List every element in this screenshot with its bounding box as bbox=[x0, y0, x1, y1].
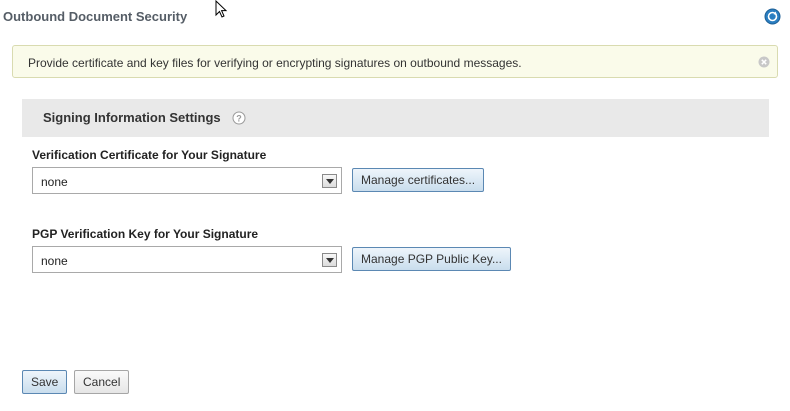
svg-text:?: ? bbox=[236, 114, 242, 124]
page-title: Outbound Document Security bbox=[3, 9, 188, 24]
info-banner-text: Provide certificate and key files for ve… bbox=[28, 56, 522, 70]
section-title: Signing Information Settings bbox=[43, 110, 221, 125]
certificate-select[interactable]: none bbox=[32, 167, 342, 194]
chevron-down-icon[interactable] bbox=[322, 174, 337, 188]
manage-certificates-button[interactable]: Manage certificates... bbox=[352, 168, 485, 192]
section-header: Signing Information Settings ? bbox=[22, 99, 769, 137]
manage-pgp-public-key-button[interactable]: Manage PGP Public Key... bbox=[352, 247, 511, 271]
close-icon[interactable] bbox=[758, 56, 770, 68]
certificate-select-value: none bbox=[41, 175, 68, 189]
pgp-key-field-label: PGP Verification Key for Your Signature bbox=[32, 227, 259, 241]
cancel-button[interactable]: Cancel bbox=[74, 370, 130, 394]
pgp-key-select-value: none bbox=[41, 254, 68, 268]
mouse-cursor-icon bbox=[215, 0, 228, 18]
certificate-field-label: Verification Certificate for Your Signat… bbox=[32, 148, 267, 162]
save-button[interactable]: Save bbox=[22, 370, 68, 394]
info-banner: Provide certificate and key files for ve… bbox=[12, 45, 778, 78]
pgp-key-select[interactable]: none bbox=[32, 246, 342, 273]
help-icon[interactable]: ? bbox=[232, 111, 246, 125]
refresh-icon[interactable] bbox=[764, 8, 781, 25]
chevron-down-icon[interactable] bbox=[322, 253, 337, 267]
